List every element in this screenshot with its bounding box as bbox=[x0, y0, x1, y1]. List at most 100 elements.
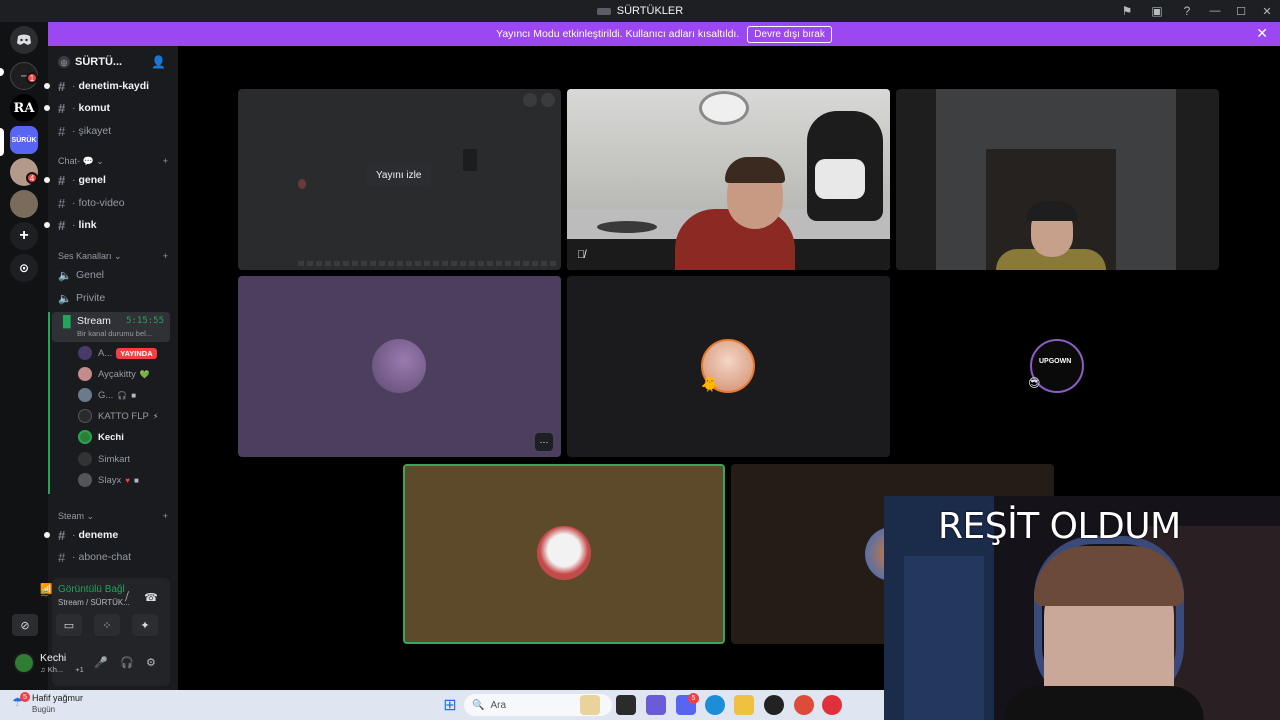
file-explorer-icon[interactable] bbox=[734, 695, 754, 715]
channel-komut[interactable]: # · komut bbox=[44, 98, 178, 118]
participant-tile[interactable]: ··· bbox=[238, 276, 561, 457]
app-icon[interactable] bbox=[822, 695, 842, 715]
voice-member[interactable]: Slayx ♥ ■ bbox=[78, 471, 170, 489]
screen-share-button[interactable]: ▭ bbox=[56, 614, 82, 636]
noise-suppression-icon[interactable]: ⧸ bbox=[114, 586, 140, 608]
notice-text: Yayıncı Modu etkinleştirildi. Kullanıcı … bbox=[496, 28, 740, 40]
headphones-icon[interactable]: 🎧 bbox=[120, 656, 134, 669]
direct-messages-button[interactable] bbox=[10, 26, 38, 54]
server-shield-icon: ◎ bbox=[58, 56, 70, 68]
voice-channel-stream[interactable]: ▐▌ Stream 5:15:55 Bir kanal durumu bel..… bbox=[52, 312, 170, 342]
emoji-icon: 😎 bbox=[1028, 376, 1041, 390]
call-timer: 5:15:55 bbox=[126, 316, 164, 326]
title-bar: SÜRTÜKLER ⚑ ▣ ? — ☐ ✕ bbox=[0, 0, 1280, 22]
speaker-icon: 🔈 bbox=[58, 269, 72, 282]
hash-icon: # bbox=[58, 217, 66, 233]
voice-channel-privite[interactable]: 🔈 Privite bbox=[52, 288, 170, 308]
channel-foto-video[interactable]: # · foto-video bbox=[48, 193, 178, 213]
hash-icon: # bbox=[58, 549, 66, 565]
category-voice[interactable]: Ses Kanalları ⌄ + bbox=[58, 251, 168, 262]
disable-streamer-mode-button[interactable]: Devre dışı bırak bbox=[747, 25, 832, 43]
channel-genel[interactable]: # · genel bbox=[44, 170, 178, 190]
category-chat[interactable]: Chat- 💬 ⌄ + bbox=[58, 156, 168, 167]
app-icon[interactable] bbox=[764, 695, 784, 715]
maximize-button[interactable]: ☐ bbox=[1228, 0, 1254, 22]
voice-channel-genel[interactable]: 🔈 Genel bbox=[52, 265, 170, 285]
voice-member[interactable]: Ayçakitty 💚 bbox=[78, 365, 170, 383]
voice-member-self[interactable]: Kechi bbox=[78, 428, 170, 446]
muted-icon: 🎙̸ bbox=[577, 249, 586, 261]
webcam-tile[interactable]: 🎙̸ bbox=[567, 89, 890, 270]
overlay-caption: REŞİT OLDUM bbox=[938, 506, 1181, 547]
server-icon-group[interactable] bbox=[10, 190, 38, 218]
channel-denetim-kaydi[interactable]: # · denetim-kaydi bbox=[44, 76, 178, 96]
flag-icon[interactable]: ⚑ bbox=[1112, 0, 1142, 22]
soundboard-button[interactable]: ✦ bbox=[132, 614, 158, 636]
camera-icon: ■ bbox=[133, 475, 139, 485]
notification-badge: 5 bbox=[688, 693, 699, 704]
discover-icon[interactable]: ⊙ bbox=[10, 254, 38, 282]
participant-tile-speaking[interactable] bbox=[403, 464, 725, 644]
camera-off-button[interactable]: ⊘ bbox=[12, 614, 38, 636]
hash-icon: # bbox=[58, 123, 66, 139]
voice-member[interactable]: Simkart bbox=[78, 450, 170, 468]
inbox-icon[interactable]: ▣ bbox=[1142, 0, 1172, 22]
deafen-icon: 🎧 bbox=[117, 390, 128, 400]
watch-stream-button[interactable]: Yayını izle bbox=[366, 165, 432, 186]
connected-indicator bbox=[48, 312, 50, 494]
user-panel: Kechi ♫ Kh... +1 🎤 🎧 ⚙ bbox=[10, 650, 170, 678]
channel-status[interactable]: Bir kanal durumu bel... bbox=[77, 329, 152, 338]
username[interactable]: Kechi bbox=[40, 652, 66, 664]
channel-deneme[interactable]: # · deneme bbox=[44, 525, 178, 545]
connection-icon: ≋ bbox=[40, 588, 50, 600]
channel-abone-chat[interactable]: # · abone-chat bbox=[48, 547, 178, 567]
server-name: SÜRTÜ... bbox=[75, 56, 123, 68]
window-title: SÜRTÜKLER bbox=[616, 5, 684, 17]
hash-icon: # bbox=[58, 78, 66, 94]
streamer-mode-notice: Yayıncı Modu etkinleştirildi. Kullanıcı … bbox=[48, 22, 1280, 46]
more-options-button[interactable]: ··· bbox=[535, 433, 553, 451]
server-icon-surtukler[interactable]: SÜRÜK bbox=[10, 126, 38, 154]
server-icon-ra[interactable]: RA bbox=[10, 94, 38, 122]
camera-icon: ■ bbox=[131, 390, 137, 400]
disconnect-icon[interactable]: ☎ bbox=[138, 586, 164, 608]
channel-sikayet[interactable]: # · şikayet bbox=[48, 121, 178, 141]
settings-gear-icon[interactable]: ⚙ bbox=[146, 656, 156, 669]
duck-icon: 🐥 bbox=[701, 376, 719, 392]
windows-start-icon[interactable]: ⊞ bbox=[440, 695, 460, 715]
task-view-icon[interactable] bbox=[616, 695, 636, 715]
close-window-button[interactable]: ✕ bbox=[1254, 0, 1280, 22]
server-badge: 4 bbox=[26, 172, 38, 184]
copilot-icon[interactable] bbox=[646, 695, 666, 715]
widget-icon[interactable] bbox=[580, 695, 600, 715]
hash-icon: # bbox=[58, 527, 66, 543]
participant-tile[interactable]: UPGOWN 😎 bbox=[896, 276, 1219, 457]
search-icon: 🔍 bbox=[472, 699, 485, 711]
server-badge: 1 bbox=[26, 72, 38, 84]
webcam-overlay: REŞİT OLDUM bbox=[884, 496, 1280, 720]
webcam-tile[interactable] bbox=[896, 89, 1219, 270]
minimize-button[interactable]: — bbox=[1202, 0, 1228, 22]
server-header[interactable]: ◎ SÜRTÜ... 👤 bbox=[48, 46, 178, 78]
avatar[interactable] bbox=[13, 652, 35, 674]
hash-icon: # bbox=[58, 195, 66, 211]
microphone-icon[interactable]: 🎤 bbox=[94, 656, 108, 669]
live-badge: YAYINDA bbox=[116, 347, 157, 359]
hash-icon: # bbox=[58, 100, 66, 116]
participant-tile[interactable]: 🐥 bbox=[567, 276, 890, 457]
windows-taskbar: ☂ Hafif yağmur Bugün ⊞ 🔍 Ara 5 5 bbox=[0, 690, 884, 720]
edge-icon[interactable] bbox=[705, 695, 725, 715]
help-icon[interactable]: ? bbox=[1172, 0, 1202, 22]
stream-tile[interactable]: Yayını izle bbox=[238, 89, 561, 270]
voice-member[interactable]: A... YAYINDA bbox=[78, 344, 170, 362]
voice-member[interactable]: KATTO FLP ⚡ bbox=[78, 407, 170, 425]
channel-link[interactable]: # · link bbox=[44, 215, 178, 235]
close-icon[interactable]: ✕ bbox=[1256, 26, 1268, 40]
activities-button[interactable]: ⁘ bbox=[94, 614, 120, 636]
speaker-active-icon: ▐▌ bbox=[59, 316, 75, 328]
chrome-icon[interactable] bbox=[794, 695, 814, 715]
category-steam[interactable]: Steam ⌄ + bbox=[58, 511, 168, 522]
add-server-icon[interactable]: + bbox=[10, 222, 38, 250]
add-user-icon[interactable]: 👤 bbox=[151, 55, 166, 69]
voice-member[interactable]: G... 🎧 ■ bbox=[78, 386, 170, 404]
